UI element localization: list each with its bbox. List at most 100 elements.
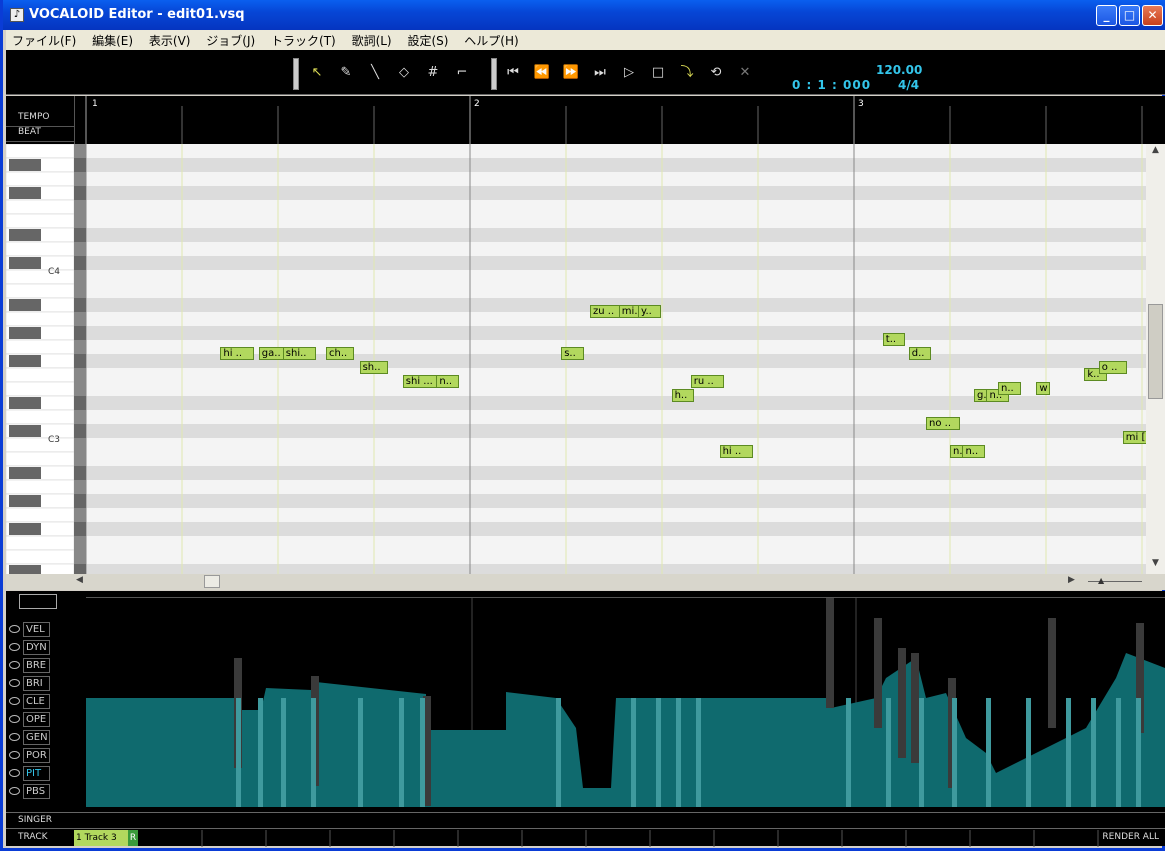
play-icon[interactable]: ▷ — [620, 64, 638, 82]
app-icon[interactable]: ♪ — [10, 8, 24, 22]
control-curve-graph[interactable] — [86, 597, 1165, 807]
menu-track[interactable]: トラック(T) — [265, 30, 342, 49]
toolbar-grip-2[interactable] — [491, 58, 497, 90]
beat-readout: 4/4 — [898, 78, 920, 92]
time-readout: 0 : 1 : 000 — [792, 78, 872, 92]
control-name-box[interactable] — [19, 594, 57, 609]
control-cle-button[interactable]: CLE — [23, 694, 50, 709]
note[interactable]: shi.. — [282, 347, 317, 360]
maximize-button[interactable]: □ — [1119, 5, 1140, 26]
realtime-icon[interactable]: ✕ — [736, 64, 754, 82]
menu-help[interactable]: ヘルプ(H) — [458, 30, 524, 49]
vertical-scroll-thumb[interactable] — [1148, 304, 1163, 399]
piano-keyboard[interactable]: C4 C3 — [6, 144, 75, 574]
rewind-icon[interactable]: ⏪ — [533, 64, 551, 82]
menu-lyrics[interactable]: 歌詞(L) — [346, 30, 398, 49]
key-strip — [74, 144, 86, 574]
eye-icon[interactable] — [9, 697, 20, 705]
control-selector: VEL DYN BRE BRI CLE OPE GEN POR PIT PBS — [6, 591, 74, 812]
note[interactable]: n.. — [962, 445, 985, 458]
note[interactable]: s.. — [561, 347, 584, 360]
note[interactable]: ch.. — [326, 347, 354, 360]
key-label-c4: C4 — [48, 267, 61, 277]
piano-keys[interactable] — [6, 144, 75, 574]
close-button[interactable]: ✕ — [1142, 5, 1163, 26]
note[interactable]: t.. — [882, 333, 906, 346]
eye-icon[interactable] — [9, 625, 20, 633]
minimize-button[interactable]: _ — [1096, 5, 1117, 26]
eye-icon[interactable] — [9, 661, 20, 669]
pencil-icon[interactable]: ✎ — [337, 64, 355, 82]
note[interactable]: w — [1036, 382, 1051, 395]
menu-view[interactable]: 表示(V) — [143, 30, 197, 49]
note[interactable]: sh.. — [359, 361, 388, 374]
zoom-slider-thumb[interactable]: ▲ — [1098, 576, 1104, 585]
tempo-readout: 120.00 — [876, 63, 923, 77]
menu-bar: ファイル(F) 編集(E) 表示(V) ジョブ(J) トラック(T) 歌詞(L)… — [6, 30, 1165, 50]
loop-icon[interactable]: ⟲ — [707, 64, 725, 82]
render-all-button[interactable]: RENDER ALL — [1102, 832, 1159, 842]
arrow-pointer-icon[interactable]: ↖ — [308, 64, 326, 82]
note[interactable]: h.. — [671, 389, 695, 402]
control-pbs-button[interactable]: PBS — [23, 784, 50, 799]
control-bre-button[interactable]: BRE — [23, 658, 50, 673]
menu-edit[interactable]: 編集(E) — [86, 30, 139, 49]
eye-icon[interactable] — [9, 751, 20, 759]
note[interactable]: no .. — [926, 417, 960, 430]
scroll-right-icon[interactable]: ▶ — [1068, 575, 1080, 589]
track-dividers — [201, 830, 1099, 847]
control-track-pane[interactable]: VEL DYN BRE BRI CLE OPE GEN POR PIT PBS — [6, 591, 1165, 812]
eye-icon[interactable] — [9, 769, 20, 777]
control-pit-button[interactable]: PIT — [23, 766, 50, 781]
singer-row[interactable]: SINGER — [6, 812, 1165, 828]
control-dyn-button[interactable]: DYN — [23, 640, 50, 655]
eye-icon[interactable] — [9, 733, 20, 741]
note[interactable]: y.. — [638, 305, 661, 318]
control-vel-button[interactable]: VEL — [23, 622, 50, 637]
note[interactable]: n.. — [436, 375, 459, 388]
control-ope-button[interactable]: OPE — [23, 712, 50, 727]
toolbar-grip[interactable] — [293, 58, 299, 90]
piano-roll[interactable]: C4 C3 hi .. ga.. shi.. ch.. sh.. shi ... n.. s.… — [6, 144, 1165, 574]
ruler[interactable]: TEMPO BEAT 1 2 3 — [6, 96, 1165, 144]
control-gen-button[interactable]: GEN — [23, 730, 50, 745]
horizontal-scroll-thumb[interactable] — [204, 575, 220, 588]
window-title: VOCALOID Editor - edit01.vsq — [29, 7, 245, 22]
zoom-slider[interactable] — [1088, 581, 1142, 582]
toolbar: ↖ ✎ ╲ ◇ # ⌐ ⏮ ⏪ ⏩ ⏭ ▷ □ ⤵ ⟲ ✕ 120.00 0 :… — [6, 50, 1165, 95]
eye-icon[interactable] — [9, 787, 20, 795]
note[interactable]: d.. — [908, 347, 932, 360]
eye-icon[interactable] — [9, 643, 20, 651]
grid-icon[interactable]: # — [424, 64, 442, 82]
menu-file[interactable]: ファイル(F) — [6, 30, 82, 49]
main-window: ♪ VOCALOID Editor - edit01.vsq _ □ ✕ ファイ… — [0, 0, 1165, 851]
forward-end-icon[interactable]: ⏭ — [591, 64, 609, 82]
note[interactable]: n.. — [998, 382, 1021, 395]
menu-settings[interactable]: 設定(S) — [401, 30, 454, 49]
vertical-scrollbar[interactable]: ▲ ▼ — [1146, 144, 1165, 574]
scroll-left-icon[interactable]: ◀ — [76, 575, 88, 589]
track-row[interactable]: TRACK 1 Track 3 R RENDER ALL — [6, 828, 1165, 847]
rewind-start-icon[interactable]: ⏮ — [504, 64, 522, 82]
eye-icon[interactable] — [9, 715, 20, 723]
control-por-button[interactable]: POR — [23, 748, 50, 763]
menu-job[interactable]: ジョブ(J) — [200, 30, 261, 49]
note[interactable]: ru .. — [690, 375, 725, 388]
scroll-down-icon[interactable]: ▼ — [1148, 558, 1163, 572]
title-bar[interactable]: ♪ VOCALOID Editor - edit01.vsq _ □ ✕ — [3, 0, 1165, 30]
line-icon[interactable]: ╲ — [366, 64, 384, 82]
scroll-up-icon[interactable]: ▲ — [1148, 145, 1163, 159]
eye-icon[interactable] — [9, 679, 20, 687]
control-bri-button[interactable]: BRI — [23, 676, 50, 691]
control-curve[interactable] — [86, 598, 1165, 807]
follow-icon[interactable]: ⤵ — [678, 64, 696, 82]
note[interactable]: hi .. — [220, 347, 254, 360]
curve-icon[interactable]: ⌐ — [453, 64, 471, 82]
note[interactable]: hi .. — [719, 445, 754, 458]
note[interactable]: o .. — [1098, 361, 1127, 374]
note-grid[interactable]: hi .. ga.. shi.. ch.. sh.. shi ... n.. s.. zu ..… — [86, 144, 1165, 574]
forward-icon[interactable]: ⏩ — [562, 64, 580, 82]
horizontal-scrollbar[interactable]: ◀ ▶ ▲ — [6, 574, 1165, 590]
eraser-icon[interactable]: ◇ — [395, 64, 413, 82]
stop-icon[interactable]: □ — [649, 64, 667, 82]
